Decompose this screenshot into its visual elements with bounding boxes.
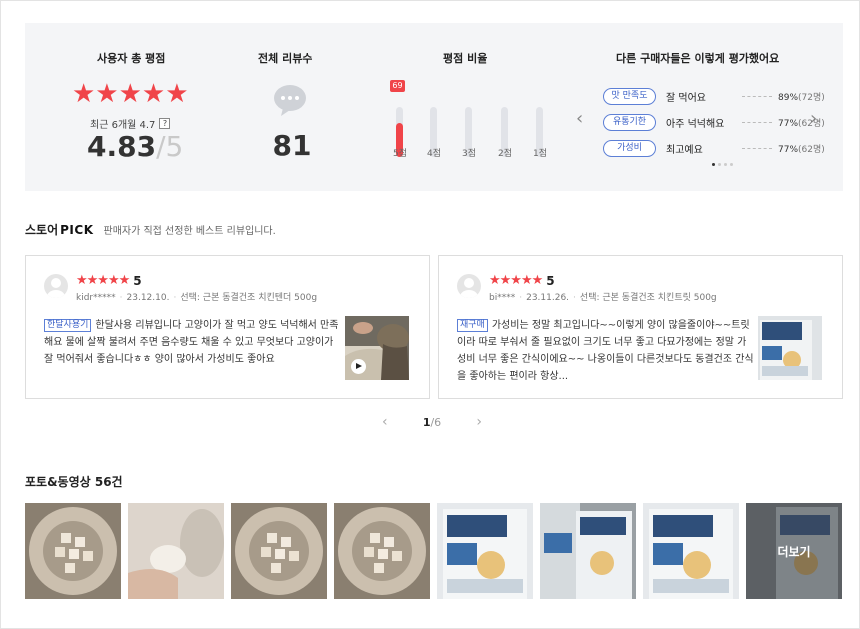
average-max: /5 bbox=[156, 130, 184, 163]
store-pick-header: 스토어 PICK 판매자가 직접 선정한 베스트 리뷰입니다. bbox=[25, 221, 276, 238]
evaluation-text: 아주 넉넉해요 bbox=[666, 118, 725, 130]
top-ratio-badge: 69 bbox=[390, 80, 405, 92]
carousel-dots bbox=[712, 163, 733, 166]
photo-thumbnail[interactable] bbox=[643, 503, 739, 599]
review-card[interactable]: ★★★★★ 5 bi**** · 23.11.26. · 선택: 근본 동결건조 치킨트… bbox=[438, 255, 843, 399]
review-meta: bi**** · 23.11.26. · 선택: 근본 동결건조 치킨트릿 500g bbox=[489, 293, 717, 303]
review-user: kidr***** bbox=[76, 293, 116, 303]
total-reviews-count: 81 bbox=[272, 129, 312, 162]
review-photo-thumbnail[interactable] bbox=[758, 316, 822, 380]
evaluation-row: 유통기한 아주 넉넉해요 77%(62명) bbox=[603, 112, 825, 132]
review-option: 선택: 근본 동결건조 치킨트릿 500g bbox=[579, 293, 717, 303]
evaluation-leader bbox=[742, 121, 772, 123]
review-score: 5 bbox=[546, 273, 555, 288]
review-tag: 재구매 bbox=[457, 319, 488, 332]
evaluation-percent: 77%(62명) bbox=[778, 118, 825, 129]
review-option: 선택: 근본 동결건조 치킨텐더 500g bbox=[180, 293, 318, 303]
evaluation-leader bbox=[742, 147, 772, 149]
chevron-left-icon[interactable]: ‹ bbox=[576, 108, 583, 129]
review-tag: 한달사용기 bbox=[44, 319, 92, 332]
star-icons: ★★★★★ bbox=[72, 79, 189, 109]
evaluation-chip[interactable]: 유통기한 bbox=[603, 113, 656, 131]
photo-thumbnail[interactable] bbox=[128, 503, 224, 599]
avatar bbox=[44, 274, 68, 298]
evaluation-text: 잘 먹어요 bbox=[666, 92, 706, 104]
store-pick-title: 스토어 bbox=[25, 223, 59, 237]
evaluation-leader bbox=[742, 95, 772, 97]
review-pagination: ‹ 1/6 › bbox=[382, 414, 482, 430]
review-score: 5 bbox=[133, 273, 142, 288]
total-reviews-title: 전체 리뷰수 bbox=[258, 52, 313, 65]
carousel-dot[interactable] bbox=[712, 163, 715, 166]
more-label: 더보기 bbox=[777, 545, 811, 559]
more-photos-button[interactable]: 더보기 bbox=[746, 503, 842, 599]
evaluation-row: 가성비 최고예요 77%(62명) bbox=[603, 138, 825, 158]
store-pick-description: 판매자가 직접 선정한 베스트 리뷰입니다. bbox=[103, 226, 276, 237]
photo-strip: 더보기 bbox=[25, 503, 842, 599]
carousel-dot[interactable] bbox=[724, 163, 727, 166]
review-card[interactable]: ★★★★★ 5 kidr***** · 23.12.10. · 선택: 근본 동결건조 … bbox=[25, 255, 430, 399]
avatar bbox=[457, 274, 481, 298]
photo-thumbnail[interactable] bbox=[540, 503, 636, 599]
review-text: 한달사용기 한달사용 리뷰입니다 고양이가 잘 먹고 양도 넉넉해서 만족해요 물… bbox=[44, 319, 339, 365]
ratio-bar-label: 5점 bbox=[392, 149, 407, 159]
review-stars: ★★★★★ bbox=[489, 273, 543, 288]
photo-thumbnail[interactable] bbox=[437, 503, 533, 599]
review-meta: kidr***** · 23.12.10. · 선택: 근본 동결건조 치킨텐더 500… bbox=[76, 293, 318, 303]
play-icon[interactable] bbox=[351, 359, 366, 374]
evaluation-text: 최고예요 bbox=[666, 144, 703, 156]
review-date: 23.11.26. bbox=[526, 293, 570, 303]
photo-thumbnail[interactable] bbox=[334, 503, 430, 599]
photo-thumbnail[interactable] bbox=[231, 503, 327, 599]
photo-thumbnail[interactable] bbox=[25, 503, 121, 599]
rating-summary: 사용자 총 평점 ★★★★★ 최근 6개월 4.7 ? 4.83/5 전체 리뷰… bbox=[25, 23, 843, 191]
store-pick-badge: PICK bbox=[60, 222, 94, 237]
carousel-dot[interactable] bbox=[730, 163, 733, 166]
others-title: 다른 구매자들은 이렇게 평가했어요 bbox=[616, 52, 780, 65]
evaluation-chip[interactable]: 가성비 bbox=[603, 139, 656, 157]
rating-stars: ★★★★★ bbox=[72, 81, 189, 107]
photo-video-title: 포토&동영상 56건 bbox=[25, 475, 123, 489]
review-stars: ★★★★★ bbox=[76, 273, 130, 288]
review-video-thumbnail[interactable] bbox=[345, 316, 409, 380]
evaluation-percent: 89%(72명) bbox=[778, 92, 825, 103]
review-rating: ★★★★★ 5 bbox=[489, 273, 555, 288]
evaluation-percent: 77%(62명) bbox=[778, 144, 825, 155]
review-rating: ★★★★★ 5 bbox=[76, 273, 142, 288]
ratio-bar-label: 2점 bbox=[497, 149, 512, 159]
user-rating-title: 사용자 총 평점 bbox=[97, 52, 166, 65]
average-value: 4.83 bbox=[87, 130, 157, 163]
average-rating: 4.83/5 bbox=[87, 130, 183, 163]
review-user: bi**** bbox=[489, 293, 516, 303]
review-text: 재구매 가성비는 정말 최고입니다~~이렇게 양이 많을줄이야~~트릿이라 따로 … bbox=[457, 319, 754, 382]
carousel-dot[interactable] bbox=[718, 163, 721, 166]
recent-rating: 최근 6개월 4.7 ? bbox=[90, 116, 171, 131]
ratio-bar-label: 3점 bbox=[461, 149, 476, 159]
page-total: /6 bbox=[430, 415, 442, 429]
review-date: 23.12.10. bbox=[126, 293, 170, 303]
chevron-left-icon[interactable]: ‹ bbox=[382, 414, 388, 430]
ratio-bar-label: 1점 bbox=[532, 149, 547, 159]
recent-rating-label: 최근 6개월 4.7 bbox=[90, 120, 156, 131]
speech-bubble-icon bbox=[273, 85, 307, 121]
evaluation-chip[interactable]: 맛 만족도 bbox=[603, 87, 656, 105]
chevron-right-icon[interactable]: › bbox=[476, 414, 482, 430]
ratio-bar-label: 4점 bbox=[426, 149, 441, 159]
help-icon[interactable]: ? bbox=[159, 118, 171, 129]
evaluation-row: 맛 만족도 잘 먹어요 89%(72명) bbox=[603, 86, 825, 106]
ratio-title: 평점 비율 bbox=[443, 52, 488, 65]
